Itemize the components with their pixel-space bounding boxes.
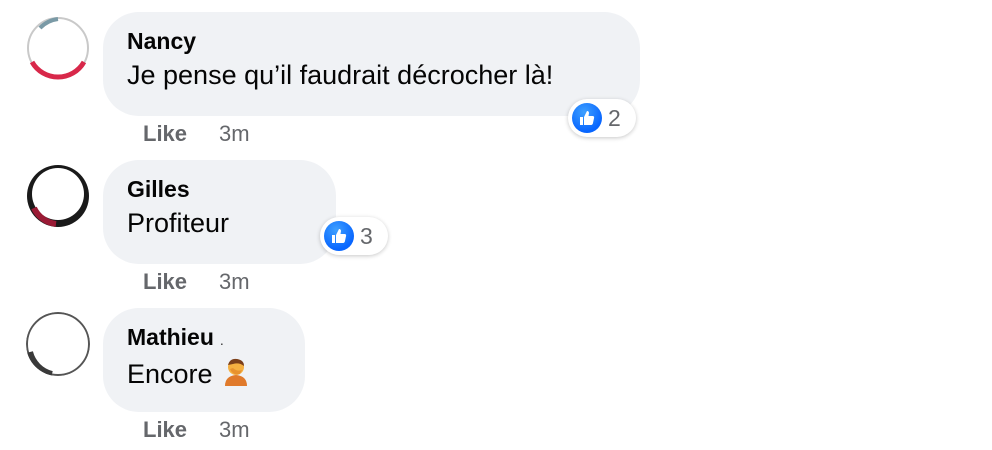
- comment-bubble: Gilles Profiteur: [103, 160, 336, 264]
- comment-item: Nancy Je pense qu’il faudrait décrocher …: [0, 0, 992, 150]
- comment-text: Encore: [127, 355, 281, 396]
- like-button[interactable]: Like: [143, 417, 187, 443]
- comment-actions: Like 3m: [143, 269, 250, 295]
- avatar[interactable]: [26, 16, 90, 80]
- comment-actions: Like 3m: [143, 121, 250, 147]
- reaction-badge[interactable]: 3: [320, 217, 388, 255]
- reaction-badge[interactable]: 2: [568, 99, 636, 137]
- comment-timestamp[interactable]: 3m: [219, 269, 250, 295]
- reaction-count: 3: [360, 222, 373, 249]
- like-button[interactable]: Like: [143, 121, 187, 147]
- comment-timestamp[interactable]: 3m: [219, 417, 250, 443]
- comment-actions: Like 3m: [143, 417, 250, 443]
- comment-bubble: Nancy Je pense qu’il faudrait décrocher …: [103, 12, 640, 116]
- avatar-image: [27, 165, 89, 227]
- reaction-count: 2: [608, 104, 621, 131]
- comment-timestamp[interactable]: 3m: [219, 121, 250, 147]
- like-button[interactable]: Like: [143, 269, 187, 295]
- thumbs-up-icon: [324, 221, 354, 251]
- author-suffix: .: [219, 332, 224, 348]
- comment-text-content: Encore: [127, 359, 213, 389]
- thumbs-up-icon: [572, 103, 602, 133]
- comment-author[interactable]: Nancy: [127, 26, 616, 56]
- avatar-image: [27, 17, 89, 80]
- avatar-image: [26, 312, 90, 376]
- comment-author[interactable]: Gilles: [127, 174, 312, 204]
- avatar[interactable]: [26, 164, 90, 228]
- comment-bubble: Mathieu. Encore: [103, 308, 305, 412]
- author-name: Mathieu: [127, 324, 214, 350]
- comment-text: Profiteur: [127, 208, 230, 238]
- avatar[interactable]: [26, 312, 90, 376]
- comment-author[interactable]: Mathieu.: [127, 322, 281, 355]
- comment-text: Je pense qu’il faudrait décrocher là!: [127, 60, 554, 90]
- face-palm-emoji-icon: [221, 356, 251, 396]
